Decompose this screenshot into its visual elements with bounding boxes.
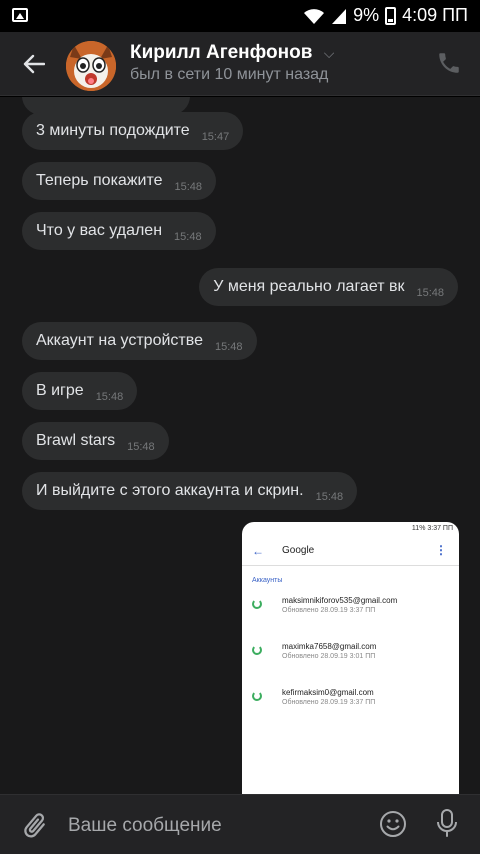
account-email: maximka7658@gmail.com [282, 642, 377, 651]
account-email: maksimnikiforov535@gmail.com [282, 596, 398, 605]
message-text: И выйдите с этого аккаунта и скрин. [36, 482, 304, 499]
message-text: Что у вас удален [36, 222, 163, 239]
attachment-status-bar: 11% 3:37 ПП [411, 525, 453, 532]
message-bubble[interactable]: Теперь покажите 15:48 [22, 162, 217, 200]
message-bubble[interactable]: Brawl stars 15:48 [22, 422, 169, 460]
message-text: В игре [36, 382, 84, 399]
battery-icon [385, 6, 397, 25]
sync-icon [252, 645, 262, 655]
account-updated: Обновлено 28.09.19 3:37 ПП [282, 699, 376, 706]
signal-icon [332, 8, 347, 24]
account-updated: Обновлено 28.09.19 3:01 ПП [282, 653, 376, 660]
message-composer [0, 794, 480, 854]
account-email: kefirmaksim0@gmail.com [282, 688, 374, 697]
contact-status: был в сети 10 минут назад [130, 66, 329, 83]
message-time: 15:47 [201, 131, 230, 143]
attachment-back-arrow-icon: ← [252, 544, 264, 558]
attachment-more-icon: ⋮ [435, 543, 447, 557]
call-button[interactable] [436, 50, 464, 78]
attachment-app-bar: ← Google ⋮ [242, 536, 459, 566]
attachment-title: Google [282, 545, 315, 556]
message-input[interactable] [68, 813, 348, 839]
message-text: Теперь покажите [36, 172, 163, 189]
clock: 4:09 ПП [402, 5, 468, 25]
chevron-down-icon: ⌵ [323, 45, 335, 61]
status-bar: 9% 4:09 ПП [0, 0, 480, 32]
back-arrow-icon [23, 54, 45, 74]
message-time: 15:48 [174, 181, 203, 193]
battery-percent: 9% [353, 5, 380, 25]
smile-icon [380, 811, 406, 837]
message-text: Аккаунт на устройстве [36, 332, 203, 349]
message-bubble[interactable]: И выйдите с этого аккаунта и скрин. 15:4… [22, 472, 358, 510]
status-bar-right: 9% 4:09 ПП [303, 5, 468, 26]
message-bubble[interactable]: В игре 15:48 [22, 372, 138, 410]
avatar-image [66, 41, 116, 91]
message-time: 15:48 [95, 391, 124, 403]
gallery-notification-icon [12, 8, 28, 22]
emoji-button[interactable] [378, 809, 408, 839]
message-bubble[interactable]: Аккаунт на устройстве 15:48 [22, 322, 257, 360]
attachment-account-row: maximka7658@gmail.com Обновлено 28.09.19… [242, 642, 459, 676]
message-time: 15:48 [416, 287, 444, 299]
paperclip-icon [24, 813, 45, 838]
message-text: Brawl stars [36, 432, 116, 449]
chat-header: Кирилл Агенфонов ⌵ был в сети 10 минут н… [0, 32, 480, 96]
sync-icon [252, 691, 262, 701]
avatar[interactable] [66, 41, 116, 91]
phone-icon [439, 53, 459, 73]
message-bubble-outgoing[interactable]: У меня реально лагает вк 15:48 [199, 268, 458, 306]
attach-button[interactable] [20, 811, 50, 841]
message-bubble[interactable]: Что у вас удален 15:48 [22, 212, 216, 250]
message-time: 15:48 [174, 231, 202, 243]
wifi-icon [304, 8, 325, 24]
back-button[interactable] [18, 48, 50, 80]
message-text: У меня реально лагает вк [213, 278, 405, 295]
message-time: 15:48 [127, 441, 155, 453]
voice-message-button[interactable] [432, 807, 462, 839]
microphone-icon [437, 809, 457, 837]
attachment-section-title: Аккаунты [252, 577, 283, 584]
attachment-account-row: kefirmaksim0@gmail.com Обновлено 28.09.1… [242, 688, 459, 722]
message-list[interactable]: 3 минуты подождите 15:47 Теперь покажите… [0, 97, 480, 794]
contact-name[interactable]: Кирилл Агенфонов ⌵ [130, 42, 334, 64]
message-time: 15:48 [214, 341, 243, 353]
image-attachment[interactable]: 11% 3:37 ПП ← Google ⋮ Аккаунты maksimni… [242, 522, 459, 794]
message-text: 3 минуты подождите [36, 122, 190, 139]
contact-name-text: Кирилл Агенфонов [130, 42, 313, 63]
message-time: 15:48 [315, 491, 344, 503]
message-bubble[interactable]: 3 минуты подождите 15:47 [22, 112, 244, 150]
account-updated: Обновлено 28.09.19 3:37 ПП [282, 607, 376, 614]
attachment-account-row: maksimnikiforov535@gmail.com Обновлено 2… [242, 596, 459, 630]
sync-icon [252, 599, 262, 609]
